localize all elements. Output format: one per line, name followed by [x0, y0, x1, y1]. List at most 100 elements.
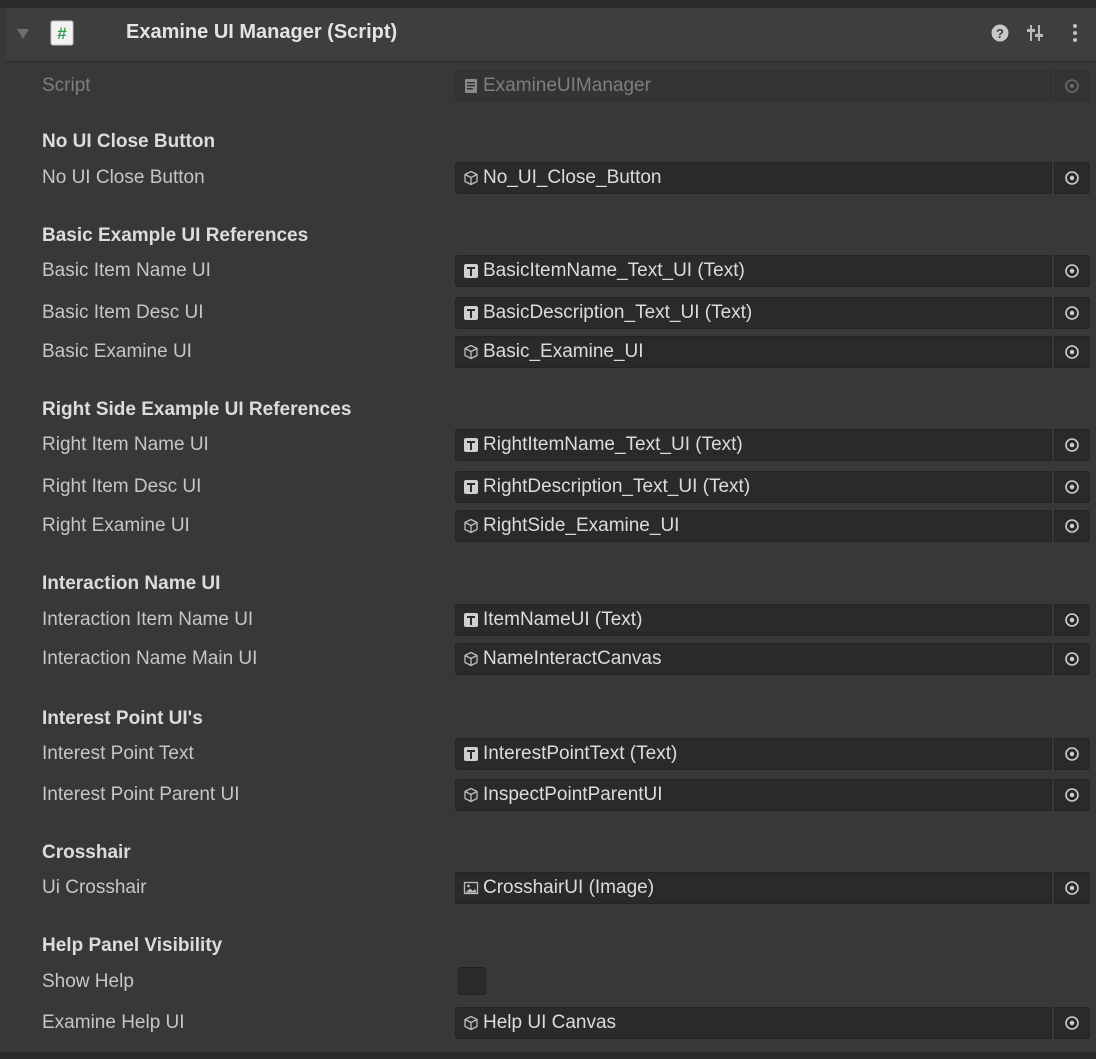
field-label: No UI Close Button — [42, 167, 205, 188]
row-basic-item-desc-ui: Basic Item Desc UI BasicDescription_Text… — [0, 296, 1096, 330]
object-picker-button[interactable] — [1054, 162, 1090, 194]
field-label: Right Examine UI — [42, 515, 190, 536]
object-picker-button[interactable] — [1054, 510, 1090, 542]
object-field-right-examine-ui[interactable]: RightSide_Examine_UI — [455, 510, 1052, 542]
object-picker-button[interactable] — [1054, 738, 1090, 770]
object-picker-button[interactable] — [1054, 429, 1090, 461]
object-field-interaction-item-name-ui[interactable]: ItemNameUI (Text) — [455, 604, 1052, 636]
svg-text:?: ? — [996, 26, 1004, 41]
text-component-icon — [464, 480, 478, 494]
object-field-examine-help-ui[interactable]: Help UI Canvas — [455, 1007, 1052, 1039]
field-label: Basic Item Name UI — [42, 260, 211, 281]
object-picker-button[interactable] — [1054, 872, 1090, 904]
object-picker-button[interactable] — [1054, 336, 1090, 368]
field-label: Examine Help UI — [42, 1012, 185, 1033]
section-header-help-panel: Help Panel Visibility — [42, 935, 223, 956]
object-field-interest-point-text[interactable]: InterestPointText (Text) — [455, 738, 1052, 770]
object-picker-button[interactable] — [1054, 297, 1090, 329]
field-value: No_UI_Close_Button — [483, 167, 662, 188]
row-basic-item-name-ui: Basic Item Name UI BasicItemName_Text_UI… — [0, 254, 1096, 288]
text-component-icon — [464, 747, 478, 761]
object-picker-icon — [1065, 306, 1079, 320]
object-picker-icon — [1065, 788, 1079, 802]
object-picker-button[interactable] — [1054, 643, 1090, 675]
field-value: InterestPointText (Text) — [483, 743, 678, 764]
section-header-basic: Basic Example UI References — [42, 225, 309, 246]
gameobject-icon — [464, 170, 478, 186]
gameobject-icon — [464, 651, 478, 667]
field-value: Basic_Examine_UI — [483, 341, 644, 362]
object-picker-button[interactable] — [1054, 471, 1090, 503]
field-value: BasicItemName_Text_UI (Text) — [483, 260, 745, 281]
gameobject-icon — [464, 518, 478, 534]
text-component-icon — [464, 264, 478, 278]
row-interest-point-text: Interest Point Text InterestPointText (T… — [0, 737, 1096, 771]
object-field-basic-item-name-ui[interactable]: BasicItemName_Text_UI (Text) — [455, 255, 1052, 287]
row-basic-examine-ui: Basic Examine UI Basic_Examine_UI — [0, 335, 1096, 369]
object-picker-icon — [1065, 652, 1079, 666]
field-label: Right Item Name UI — [42, 434, 209, 455]
object-picker-icon — [1065, 881, 1079, 895]
field-label: Interest Point Text — [42, 743, 194, 764]
field-value: BasicDescription_Text_UI (Text) — [483, 302, 753, 323]
row-interaction-item-name-ui: Interaction Item Name UI ItemNameUI (Tex… — [0, 603, 1096, 637]
inspector-top-edge — [0, 0, 1096, 8]
script-picker-button — [1054, 70, 1090, 102]
component-title: Examine UI Manager (Script) — [126, 21, 398, 43]
field-value: RightSide_Examine_UI — [483, 515, 680, 536]
presets-icon[interactable] — [1024, 22, 1046, 44]
object-picker-icon — [1065, 438, 1079, 452]
field-label: Interaction Name Main UI — [42, 648, 258, 669]
field-value: ItemNameUI (Text) — [483, 609, 643, 630]
object-field-right-item-desc-ui[interactable]: RightDescription_Text_UI (Text) — [455, 471, 1052, 503]
script-badge-icon: # — [50, 20, 74, 46]
gameobject-icon — [464, 1015, 478, 1031]
object-field-no-ui-close-button[interactable]: No_UI_Close_Button — [455, 162, 1052, 194]
object-picker-icon — [1065, 613, 1079, 627]
field-label: Basic Item Desc UI — [42, 302, 204, 323]
object-field-interest-point-parent-ui[interactable]: InspectPointParentUI — [455, 779, 1052, 811]
row-right-item-name-ui: Right Item Name UI RightItemName_Text_UI… — [0, 428, 1096, 462]
object-field-ui-crosshair[interactable]: CrosshairUI (Image) — [455, 872, 1052, 904]
section-header-crosshair: Crosshair — [42, 842, 131, 863]
show-help-checkbox[interactable] — [458, 967, 486, 995]
row-no-ui-close-button: No UI Close Button No_UI_Close_Button — [0, 161, 1096, 195]
object-picker-icon — [1065, 264, 1079, 278]
field-label: Basic Examine UI — [42, 341, 192, 362]
field-value: InspectPointParentUI — [483, 784, 663, 805]
section-header-right-side: Right Side Example UI References — [42, 399, 352, 420]
object-picker-icon — [1065, 79, 1079, 93]
field-value: RightDescription_Text_UI (Text) — [483, 476, 751, 497]
field-label: Interest Point Parent UI — [42, 784, 240, 805]
object-picker-icon — [1065, 519, 1079, 533]
text-component-icon — [464, 306, 478, 320]
row-examine-help-ui: Examine Help UI Help UI Canvas — [0, 1006, 1096, 1040]
object-picker-button[interactable] — [1054, 779, 1090, 811]
row-interaction-name-main-ui: Interaction Name Main UI NameInteractCan… — [0, 642, 1096, 676]
object-field-right-item-name-ui[interactable]: RightItemName_Text_UI (Text) — [455, 429, 1052, 461]
script-field: ExamineUIManager — [455, 70, 1052, 102]
script-asset-icon — [465, 79, 477, 93]
object-picker-button[interactable] — [1054, 604, 1090, 636]
field-label: Show Help — [42, 971, 134, 992]
kebab-menu-icon[interactable] — [1064, 22, 1086, 44]
script-label: Script — [42, 75, 91, 96]
object-field-basic-examine-ui[interactable]: Basic_Examine_UI — [455, 336, 1052, 368]
object-picker-icon — [1065, 480, 1079, 494]
row-right-item-desc-ui: Right Item Desc UI RightDescription_Text… — [0, 470, 1096, 504]
text-component-icon — [464, 613, 478, 627]
row-ui-crosshair: Ui Crosshair CrosshairUI (Image) — [0, 871, 1096, 905]
object-picker-button[interactable] — [1054, 1007, 1090, 1039]
field-value: CrosshairUI (Image) — [483, 877, 655, 898]
object-picker-button[interactable] — [1054, 255, 1090, 287]
row-interest-point-parent-ui: Interest Point Parent UI InspectPointPar… — [0, 778, 1096, 812]
component-header[interactable]: # Examine UI Manager (Script) ? — [6, 8, 1096, 62]
script-value: ExamineUIManager — [483, 75, 651, 96]
help-icon[interactable]: ? — [989, 22, 1011, 44]
foldout-triangle-icon[interactable] — [16, 28, 30, 40]
object-picker-icon — [1065, 747, 1079, 761]
section-header-interest-point: Interest Point UI's — [42, 708, 203, 729]
object-field-basic-item-desc-ui[interactable]: BasicDescription_Text_UI (Text) — [455, 297, 1052, 329]
object-field-interaction-name-main-ui[interactable]: NameInteractCanvas — [455, 643, 1052, 675]
gameobject-icon — [464, 344, 478, 360]
